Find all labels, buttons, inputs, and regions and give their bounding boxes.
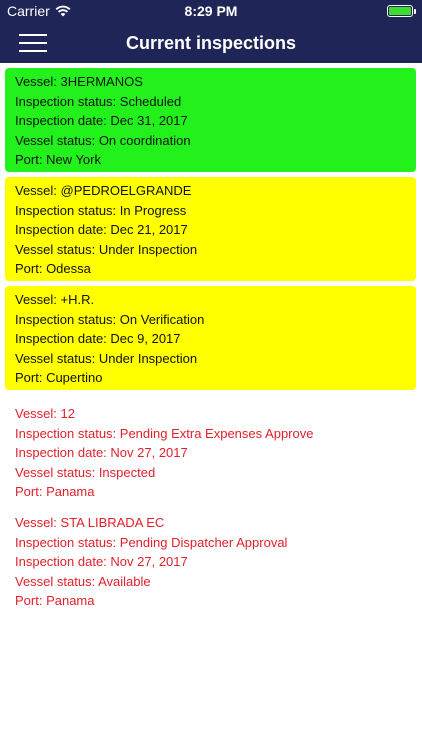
status-bar: Carrier 8:29 PM [0,0,422,22]
port: Port: Panama [15,484,95,500]
inspection-list: Vessel: 3HERMANOS Inspection status: Sch… [0,68,422,618]
nav-header: Carrier 8:29 PM Current inspections [0,0,422,63]
inspection-date: Inspection date: Dec 31, 2017 [15,113,188,129]
battery-icon [387,5,416,17]
inspection-status: Inspection status: Pending Dispatcher Ap… [15,534,288,550]
vessel-status: Vessel status: Available [15,573,151,589]
page-title: Current inspections [125,33,297,53]
vessel-status: Vessel status: On coordination [15,132,191,148]
inspection-status: Inspection status: In Progress [15,202,187,218]
inspection-card[interactable]: Vessel: @PEDROELGRANDE Inspection status… [5,177,416,281]
vessel-status: Vessel status: Under Inspection [15,350,198,366]
port: Port: Odessa [15,261,91,277]
vessel-status: Vessel status: Inspected [15,464,156,480]
vessel-name: Vessel: STA LIBRADA EC [15,515,165,530]
inspection-date: Inspection date: Nov 27, 2017 [15,554,188,570]
port: Port: Panama [15,593,95,609]
inspection-card[interactable]: Vessel: 3HERMANOS Inspection status: Sch… [5,68,416,172]
vessel-name: Vessel: @PEDROELGRANDE [15,183,192,198]
port: Port: Cupertino [15,370,103,386]
inspection-date: Inspection date: Nov 27, 2017 [15,445,188,461]
inspection-status: Inspection status: Scheduled [15,93,182,109]
inspection-card[interactable]: Vessel: STA LIBRADA EC Inspection status… [5,509,416,613]
vessel-name: Vessel: 12 [15,406,75,421]
inspection-status: Inspection status: Pending Extra Expense… [15,425,314,441]
clock: 8:29 PM [184,3,238,19]
inspection-date: Inspection date: Dec 9, 2017 [15,331,181,347]
vessel-status: Vessel status: Under Inspection [15,241,198,257]
port: Port: New York [15,152,101,168]
inspection-status: Inspection status: On Verification [15,311,205,327]
vessel-name: Vessel: +H.R. [15,292,95,307]
inspection-card[interactable]: Vessel: 12 Inspection status: Pending Ex… [5,400,416,504]
inspection-card[interactable]: Vessel: +H.R. Inspection status: On Veri… [5,286,416,390]
vessel-name: Vessel: 3HERMANOS [15,74,143,89]
inspection-date: Inspection date: Dec 21, 2017 [15,222,188,238]
